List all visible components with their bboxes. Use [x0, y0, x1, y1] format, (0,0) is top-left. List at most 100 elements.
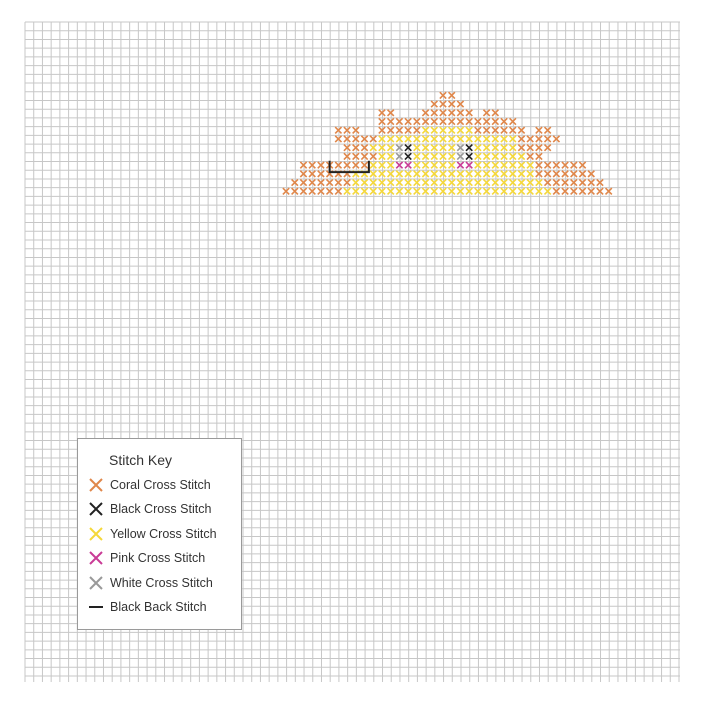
coral-stitch [334, 178, 343, 187]
yellow-stitch [509, 152, 517, 161]
yellow-stitch [526, 161, 534, 169]
coral-stitch [491, 117, 500, 126]
yellow-stitch [500, 161, 508, 169]
yellow-stitch [482, 178, 491, 187]
coral-stitch [413, 126, 421, 134]
yellow-stitch [517, 187, 526, 196]
black-stitch [465, 152, 473, 161]
coral-stitch [456, 109, 465, 117]
white-stitch [456, 143, 465, 152]
yellow-stitch [500, 170, 508, 178]
coral-stitch [299, 161, 308, 169]
yellow-stitch [386, 135, 395, 143]
key-label-black: Black Cross Stitch [110, 502, 212, 516]
coral-stitch [360, 135, 369, 143]
coral-stitch [308, 161, 316, 169]
yellow-stitch [404, 170, 412, 178]
coral-stitch [447, 109, 456, 117]
yellow-stitch [378, 161, 386, 169]
coral-stitch [543, 126, 552, 134]
pink-stitch [456, 161, 465, 169]
pink-stitch [395, 161, 404, 169]
key-label-backstitch: Black Back Stitch [110, 600, 207, 614]
yellow-stitch [378, 178, 386, 187]
yellow-stitch [369, 187, 377, 196]
yellow-stitch [447, 143, 456, 152]
pink-stitch [465, 161, 473, 169]
yellow-stitch [369, 161, 377, 169]
coral-stitch [299, 170, 308, 178]
yellow-stitch [517, 178, 526, 187]
coral-stitch [517, 126, 526, 134]
yellow-stitch [413, 187, 421, 196]
yellow-stitch [421, 126, 430, 134]
yellow-stitch [509, 170, 517, 178]
yellow-stitch [447, 178, 456, 187]
yellow-stitch [482, 170, 491, 178]
yellow-stitch [386, 152, 395, 161]
coral-stitch [509, 126, 517, 134]
coral-stitch [517, 135, 526, 143]
coral-stitch [308, 170, 316, 178]
coral-stitch [552, 170, 561, 178]
yellow-stitch [482, 143, 491, 152]
coral-stitch [552, 135, 561, 143]
coral-stitch [282, 187, 290, 196]
yellow-stitch [395, 170, 404, 178]
yellow-stitch [378, 187, 386, 196]
coral-stitch [517, 143, 526, 152]
yellow-stitch [360, 187, 369, 196]
coral-stitch [578, 161, 587, 169]
coral-stitch [578, 170, 587, 178]
coral-stitch [570, 187, 578, 196]
yellow-stitch [465, 170, 473, 178]
coral-stitch [587, 178, 595, 187]
yellow-stitch [474, 170, 482, 178]
yellow-stitch [465, 178, 473, 187]
coral-stitch [596, 187, 604, 196]
coral-stitch [421, 109, 430, 117]
yellow-stitch [430, 152, 439, 161]
yellow-stitch [439, 187, 447, 196]
yellow-stitch [369, 143, 377, 152]
coral-stitch [352, 152, 360, 161]
yellow-stitch [482, 135, 491, 143]
coral-stitch [343, 178, 351, 187]
coral-stitch [604, 187, 613, 196]
coral-stitch [317, 178, 325, 187]
coral-stitch [378, 109, 386, 117]
coral-stitch [439, 117, 447, 126]
coral-stitch [430, 100, 439, 108]
yellow-stitch [360, 178, 369, 187]
key-item-yellow: Yellow Cross Stitch [88, 526, 217, 542]
yellow-stitch [491, 178, 500, 187]
yellow-stitch [430, 187, 439, 196]
coral-stitch [465, 117, 473, 126]
stitch-key-title: Stitch Key [109, 452, 173, 468]
coral-stitch [526, 152, 534, 161]
key-item-white: White Cross Stitch [88, 575, 213, 591]
yellow-stitch [509, 135, 517, 143]
coral-stitch [500, 117, 508, 126]
coral-stitch [325, 178, 334, 187]
yellow-stitch [439, 126, 447, 134]
coral-stitch [456, 117, 465, 126]
yellow-stitch [439, 143, 447, 152]
key-label-yellow: Yellow Cross Stitch [110, 527, 217, 541]
yellow-stitch [526, 178, 534, 187]
white-stitch [395, 143, 404, 152]
coral-stitch [543, 161, 552, 169]
yellow-stitch [474, 178, 482, 187]
coral-stitch [482, 126, 491, 134]
coral-stitch [535, 161, 543, 169]
coral-stitch [543, 143, 552, 152]
coral-stitch [343, 135, 351, 143]
coral-stitch [343, 152, 351, 161]
yellow-stitch [395, 135, 404, 143]
yellow-stitch [509, 187, 517, 196]
yellow-stitch [386, 170, 395, 178]
yellow-stitch [430, 178, 439, 187]
yellow-stitch [413, 135, 421, 143]
coral-stitch [378, 117, 386, 126]
coral-stitch [291, 187, 299, 196]
